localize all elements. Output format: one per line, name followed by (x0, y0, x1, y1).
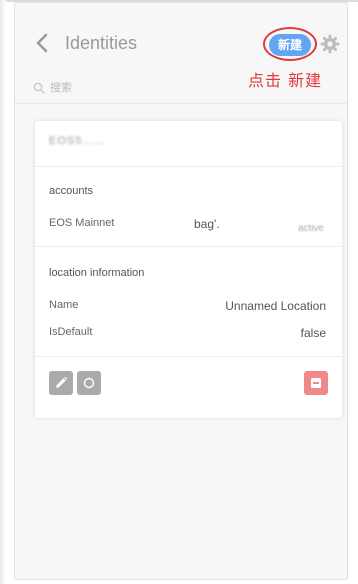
card-divider (35, 246, 342, 247)
new-identity-button[interactable]: 新建 (269, 34, 311, 56)
edit-button[interactable] (49, 371, 73, 395)
card-divider (35, 356, 342, 357)
identities-panel: Identities 新建 点击 新建 搜索 EOS5…… accounts E… (14, 2, 348, 580)
location-isdefault-label: IsDefault (49, 326, 93, 338)
page-title: Identities (65, 33, 138, 53)
location-name-value: Unnamed Location (225, 299, 326, 313)
accounts-section-title: accounts (49, 185, 94, 197)
identity-card: EOS5…… accounts EOS Mainnet bag'. active… (35, 121, 342, 418)
minus-icon (311, 378, 321, 388)
location-name-label: Name (49, 299, 79, 311)
delete-button[interactable] (304, 371, 328, 395)
gear-icon[interactable] (320, 34, 340, 54)
window: Identities 新建 点击 新建 搜索 EOS5…… accounts E… (0, 0, 358, 584)
account-name: bag'. (194, 217, 220, 231)
location-section-title: location information (49, 267, 145, 279)
circle-icon (83, 377, 95, 389)
annotation-label: 点击 新建 (248, 71, 323, 90)
search-input[interactable] (50, 78, 170, 98)
public-key: EOS5…… (49, 135, 107, 147)
divider (15, 103, 347, 104)
account-network: EOS Mainnet (49, 217, 115, 229)
header: Identities 新建 (15, 3, 347, 73)
left-edge (0, 0, 6, 584)
account-status: active (297, 223, 324, 234)
toggle-button[interactable] (77, 371, 101, 395)
search-icon (33, 81, 45, 94)
search-bar (33, 78, 173, 98)
card-divider (35, 166, 342, 167)
location-isdefault-value: false (300, 326, 326, 340)
pencil-icon (56, 376, 68, 388)
chevron-left-icon[interactable] (35, 33, 49, 53)
